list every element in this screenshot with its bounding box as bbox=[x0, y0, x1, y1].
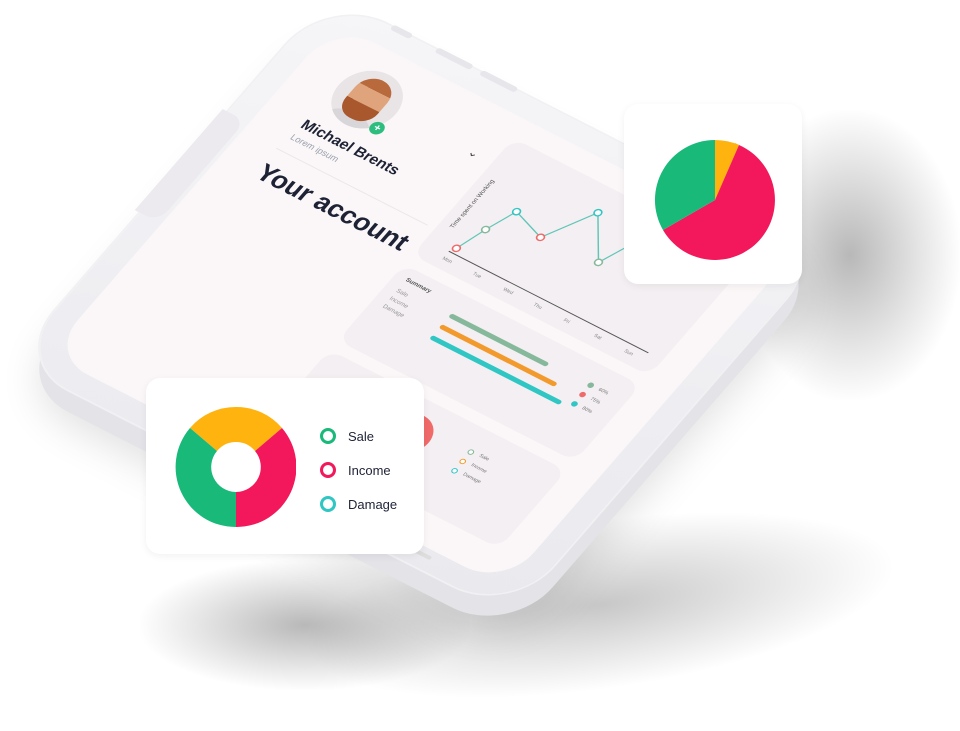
donut-card-shadow bbox=[140, 560, 470, 690]
legend-dot bbox=[569, 400, 580, 408]
income-bar bbox=[438, 324, 558, 387]
summary-percent: 75% bbox=[588, 396, 602, 406]
line-point bbox=[593, 258, 604, 267]
donut-chart-card: Sale Income Damage bbox=[146, 378, 424, 554]
line-point bbox=[535, 233, 546, 242]
pie-chart-card bbox=[624, 104, 802, 284]
chevron-down-icon[interactable]: ⌄ bbox=[465, 145, 483, 160]
sale-legend-icon bbox=[320, 428, 336, 444]
donut-chart bbox=[175, 406, 296, 528]
summary-percent: 60% bbox=[596, 386, 610, 397]
damage-legend-icon bbox=[320, 496, 336, 512]
summary-item: Sale bbox=[394, 288, 410, 299]
summary-title: Summary bbox=[403, 277, 433, 295]
line-point bbox=[511, 207, 522, 216]
legend-item-damage: Damage bbox=[320, 496, 397, 512]
legend-label: Sale bbox=[348, 428, 375, 444]
legend-label: Income bbox=[348, 462, 391, 478]
legend-label: Damage bbox=[348, 496, 398, 512]
legend-item-income: Income bbox=[320, 462, 391, 478]
income-legend-icon bbox=[320, 462, 336, 478]
line-point bbox=[593, 208, 603, 217]
avatar[interactable] bbox=[316, 60, 418, 140]
damage-bar bbox=[429, 334, 563, 406]
pie-chart bbox=[654, 139, 775, 260]
legend-dot bbox=[577, 390, 588, 399]
summary-percent: 80% bbox=[580, 405, 594, 415]
legend-item-sale: Sale bbox=[320, 428, 374, 444]
legend-dot bbox=[585, 381, 596, 389]
